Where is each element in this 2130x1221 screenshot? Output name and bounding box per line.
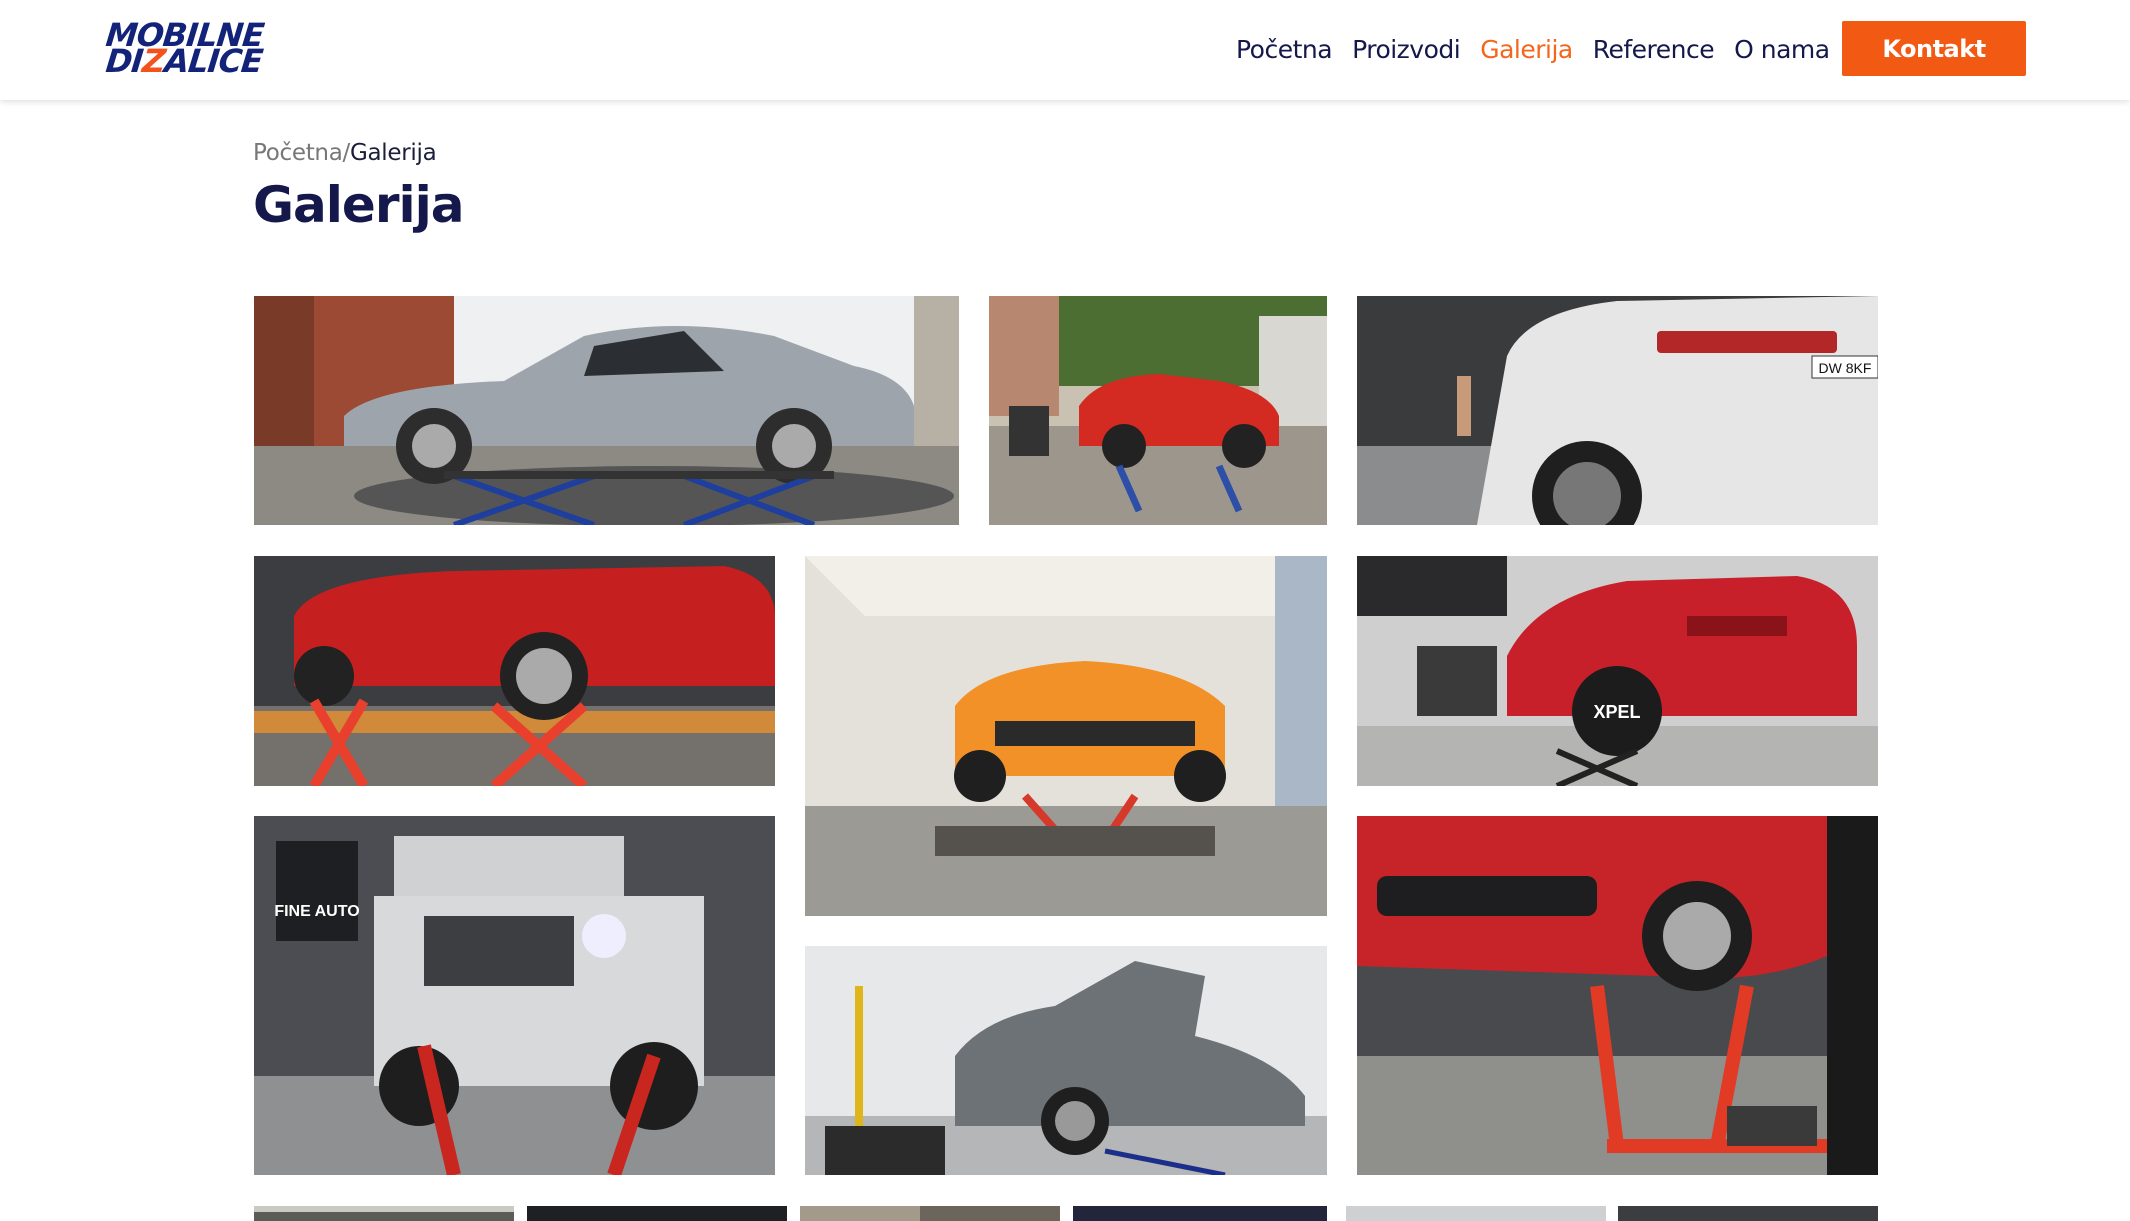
gallery-image-orange-supercar[interactable] (805, 556, 1327, 916)
kontakt-button[interactable]: Kontakt (1842, 21, 2026, 76)
gallery-image-row4-5[interactable] (1346, 1206, 1606, 1221)
plate-text: DW 8KF (1819, 360, 1872, 376)
breadcrumb: Početna/Galerija (253, 140, 437, 166)
site-logo[interactable]: MOBILNE DIZALICE (104, 16, 278, 80)
gallery-image-red-suv[interactable]: XPEL (1357, 556, 1878, 786)
gallery-image-row4-2[interactable] (527, 1206, 787, 1221)
gallery-image-grey-supercar[interactable] (805, 946, 1327, 1175)
nav-item-proizvodi[interactable]: Proizvodi (1352, 35, 1461, 64)
breadcrumb-home[interactable]: Početna (253, 140, 343, 166)
gallery-image-row4-4[interactable] (1073, 1206, 1327, 1221)
logo-line-2: DIZALICE (104, 42, 265, 80)
gallery-image-silver-coupe[interactable] (254, 296, 959, 525)
gallery-image-red-roadster[interactable] (989, 296, 1327, 525)
nav-item-galerija[interactable]: Galerija (1480, 35, 1573, 64)
gallery-image-row4-6[interactable] (1618, 1206, 1878, 1221)
main-nav: Početna Proizvodi Galerija Reference O n… (1236, 22, 1850, 76)
xpel-text: XPEL (1593, 702, 1640, 722)
gallery-image-silver-offroader[interactable]: FINE AUTO (254, 816, 775, 1175)
breadcrumb-separator: / (342, 140, 351, 166)
breadcrumb-current: Galerija (349, 140, 437, 166)
gallery-image-row4-1[interactable] (254, 1206, 514, 1221)
gallery-image-red-sports-car[interactable] (254, 556, 775, 786)
nav-item-o-nama[interactable]: O nama (1734, 35, 1830, 64)
page-title: Galerija (253, 176, 465, 234)
site-header: MOBILNE DIZALICE Početna Proizvodi Galer… (0, 0, 2130, 100)
gallery-image-row4-3[interactable] (800, 1206, 1060, 1221)
gallery-image-white-suv[interactable]: DW 8KF (1357, 296, 1878, 525)
nav-item-pocetna[interactable]: Početna (1236, 35, 1333, 64)
fine-auto-text: FINE AUTO (274, 903, 359, 920)
gallery-image-red-sports-car-front[interactable] (1357, 816, 1878, 1175)
nav-item-reference[interactable]: Reference (1593, 35, 1715, 64)
